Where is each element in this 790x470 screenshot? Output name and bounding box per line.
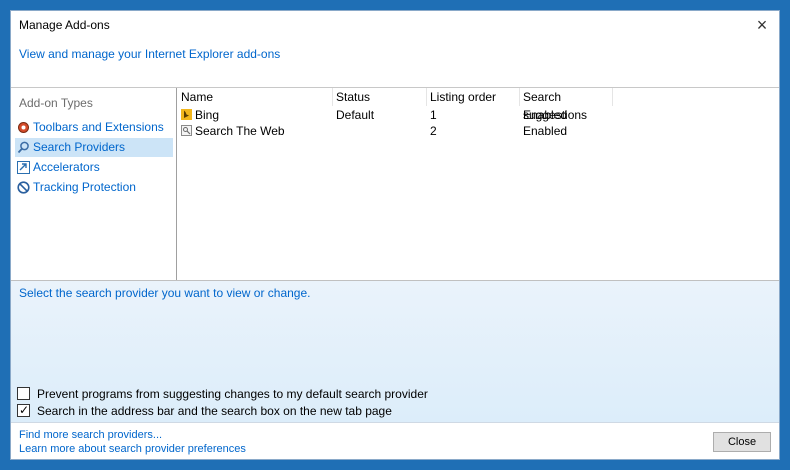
addon-types-heading: Add-on Types: [19, 96, 93, 110]
learn-more-preferences-link[interactable]: Learn more about search provider prefere…: [19, 443, 246, 455]
sidebar-item-label: Search Providers: [33, 140, 126, 154]
block-icon: [17, 181, 30, 194]
close-button[interactable]: Close: [713, 432, 771, 452]
provider-suggestions: Enabled: [523, 124, 568, 138]
find-more-providers-link[interactable]: Find more search providers...: [19, 429, 162, 441]
provider-status: Default: [336, 108, 375, 122]
address-bar-search-label: Search in the address bar and the search…: [37, 404, 392, 418]
sidebar-item-label: Toolbars and Extensions: [33, 120, 164, 134]
gear-icon: [18, 122, 29, 133]
search-providers-list: Name Status Listing order Search suggest…: [178, 88, 779, 280]
address-bar-search-checkbox[interactable]: ✓: [17, 403, 30, 417]
provider-order: 1: [430, 108, 437, 122]
provider-name: Bing: [195, 108, 220, 122]
bing-icon: [181, 109, 192, 120]
dialog-footer: Find more search providers... Learn more…: [11, 423, 779, 459]
search-icon: [17, 141, 29, 154]
detail-prompt: Select the search provider you want to v…: [19, 286, 311, 300]
prevent-changes-label: Prevent programs from suggesting changes…: [37, 387, 428, 401]
web-page-icon: [181, 125, 192, 136]
close-icon[interactable]: ×: [751, 14, 773, 36]
prevent-changes-checkbox[interactable]: [17, 387, 30, 400]
column-header-name[interactable]: Name: [178, 88, 333, 106]
column-header-status[interactable]: Status: [333, 88, 427, 106]
provider-name: Search The Web: [195, 124, 285, 138]
provider-order: 2: [430, 124, 437, 138]
sidebar-item-label: Tracking Protection: [33, 180, 136, 194]
column-header-search-suggestions[interactable]: Search suggestions: [520, 88, 613, 122]
manage-addons-dialog: Manage Add-ons × View and manage your In…: [10, 10, 780, 460]
title-bar: Manage Add-ons ×: [11, 11, 779, 39]
addon-types-pane: Add-on Types Toolbars and Extensions Sea…: [11, 88, 177, 280]
sidebar-item-tracking-protection[interactable]: Tracking Protection: [15, 178, 173, 197]
table-row[interactable]: Bing Default 1 Enabled: [178, 107, 779, 123]
sidebar-item-accelerators[interactable]: Accelerators: [15, 158, 173, 177]
table-row[interactable]: Search The Web 2 Enabled: [178, 123, 779, 139]
view-manage-addons-link[interactable]: View and manage your Internet Explorer a…: [19, 47, 280, 61]
accelerator-icon: [17, 161, 30, 174]
sidebar-item-search-providers[interactable]: Search Providers: [15, 138, 173, 157]
provider-suggestions: Enabled: [523, 108, 568, 122]
sidebar-item-toolbars-extensions[interactable]: Toolbars and Extensions: [15, 118, 173, 137]
sidebar-item-label: Accelerators: [33, 160, 100, 174]
detail-pane: Select the search provider you want to v…: [11, 281, 779, 422]
checkmark-icon: ✓: [19, 403, 30, 417]
column-header-listing-order[interactable]: Listing order: [427, 88, 520, 106]
window-title: Manage Add-ons: [19, 18, 110, 32]
